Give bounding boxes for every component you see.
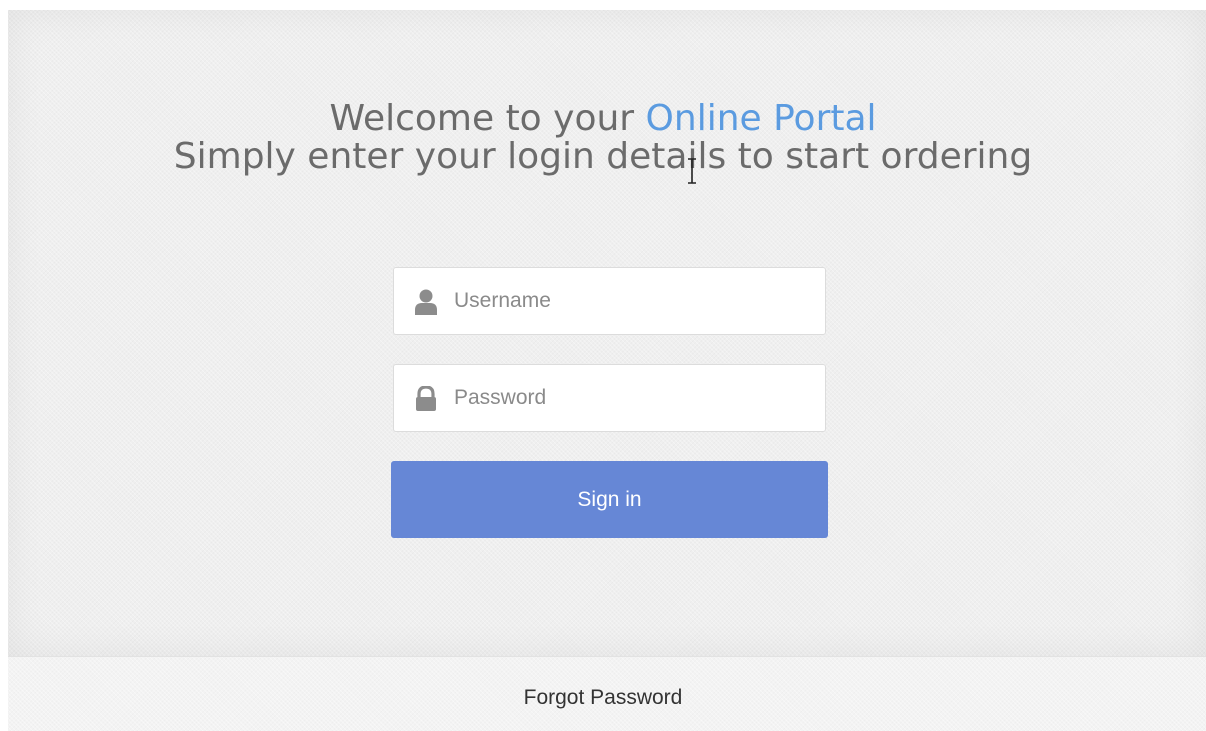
user-icon [414, 289, 438, 315]
welcome-heading: Welcome to your Online Portal [0, 99, 1206, 139]
username-field[interactable] [393, 267, 826, 335]
text-cursor-icon [688, 158, 696, 184]
lock-icon [414, 385, 438, 412]
password-input[interactable] [454, 366, 814, 430]
sign-in-button[interactable]: Sign in [391, 461, 828, 538]
password-field[interactable] [393, 364, 826, 432]
login-instructions: Simply enter your login details to start… [173, 136, 1033, 177]
welcome-prefix: Welcome to your [329, 98, 646, 139]
username-input[interactable] [454, 269, 814, 333]
portal-name: Online Portal [645, 98, 877, 139]
forgot-password-link[interactable]: Forgot Password [0, 686, 1206, 710]
